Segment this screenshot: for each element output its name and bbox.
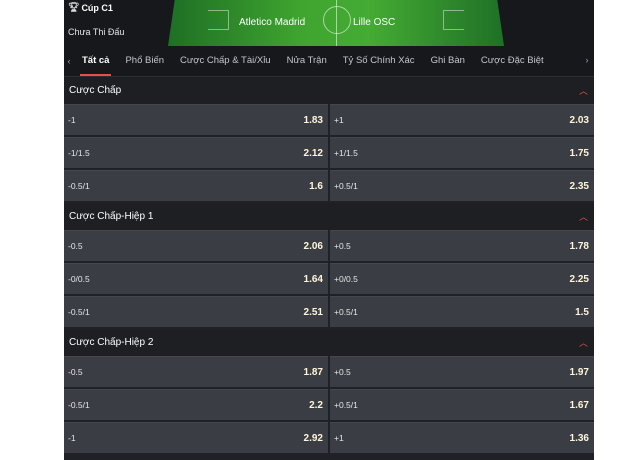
- odds-cell-right[interactable]: +1 1.36: [330, 422, 594, 453]
- odds-value: 2.03: [569, 114, 589, 126]
- odds-cell-right[interactable]: +0.5/1 1.5: [330, 296, 594, 327]
- tab-correct-score[interactable]: Tỷ Số Chính Xác: [335, 46, 423, 76]
- handicap-label: +0.5/1: [334, 400, 358, 410]
- odds-row: -0.5/1 2.51 +0.5/1 1.5: [64, 296, 594, 329]
- market-section-header[interactable]: Cược Chấp ︿: [64, 77, 594, 104]
- odds-cell-right[interactable]: +0.5 1.97: [330, 356, 594, 387]
- handicap-label: +0.5/1: [334, 181, 358, 191]
- tab-goalscorer[interactable]: Ghi Bàn: [423, 46, 473, 76]
- odds-cell-right[interactable]: +0/0.5 2.25: [330, 263, 594, 294]
- match-odds-panel: 🏆︎ Cúp C1 Chưa Thi Đấu Atletico Madrid L…: [64, 0, 594, 460]
- odds-cell-left[interactable]: -0.5 2.06: [64, 230, 328, 261]
- handicap-label: +0.5: [334, 367, 351, 377]
- handicap-label: -0.5/1: [68, 307, 90, 317]
- handicap-label: -1: [68, 115, 76, 125]
- odds-cell-left[interactable]: -0.5/1 2.51: [64, 296, 328, 327]
- odds-value: 2.25: [569, 273, 589, 285]
- odds-cell-left[interactable]: -0.5 1.87: [64, 356, 328, 387]
- odds-value: 1.83: [303, 114, 323, 126]
- odds-cell-right[interactable]: +1 2.03: [330, 104, 594, 135]
- odds-row: -1/1.5 2.12 +1/1.5 1.75: [64, 137, 594, 170]
- match-header: 🏆︎ Cúp C1 Chưa Thi Đấu Atletico Madrid L…: [64, 0, 594, 46]
- market-section-title: Cược Chấp: [69, 85, 122, 96]
- odds-value: 2.92: [303, 432, 323, 444]
- chevron-up-icon[interactable]: ︿: [579, 84, 588, 97]
- odds-cell-left[interactable]: -0/0.5 1.64: [64, 263, 328, 294]
- home-team: Atletico Madrid: [239, 17, 306, 28]
- away-team: Lille OSC: [353, 17, 396, 28]
- handicap-label: +1/1.5: [334, 148, 358, 158]
- handicap-label: -1: [68, 433, 76, 443]
- odds-cell-left[interactable]: -1 2.92: [64, 422, 328, 453]
- odds-cell-left[interactable]: -1/1.5 2.12: [64, 137, 328, 168]
- odds-row: -0/0.5 1.64 +0/0.5 2.25: [64, 263, 594, 296]
- league-name: Cúp C1: [81, 2, 113, 13]
- tab-half-time[interactable]: Nửa Trận: [279, 46, 335, 76]
- odds-cell-left[interactable]: -0.5/1 1.6: [64, 170, 328, 201]
- tab-popular[interactable]: Phổ Biến: [117, 46, 172, 76]
- market-section-header[interactable]: Cược Chấp-Hiệp 2 ︿: [64, 329, 594, 356]
- match-status: Chưa Thi Đấu: [68, 27, 125, 37]
- odds-cell-right[interactable]: +0.5/1 2.35: [330, 170, 594, 201]
- tab-all[interactable]: Tất cả: [74, 46, 117, 76]
- odds-cell-right[interactable]: +0.5 1.78: [330, 230, 594, 261]
- odds-value: 2.2: [309, 399, 323, 411]
- pitch-graphic: [168, 0, 504, 46]
- handicap-label: -0.5/1: [68, 181, 90, 191]
- odds-value: 1.78: [569, 240, 589, 252]
- chevron-right-icon[interactable]: ›: [582, 55, 592, 65]
- market-section-title: Cược Chấp-Hiệp 1: [69, 211, 154, 222]
- odds-row: -1 1.83 +1 2.03: [64, 104, 594, 137]
- odds-value: 1.75: [569, 147, 589, 159]
- chevron-left-icon[interactable]: ‹: [64, 56, 74, 66]
- handicap-label: -1/1.5: [68, 148, 90, 158]
- odds-cell-right[interactable]: +1/1.5 1.75: [330, 137, 594, 168]
- handicap-label: -0.5/1: [68, 400, 90, 410]
- odds-row: -0.5 2.06 +0.5 1.78: [64, 230, 594, 263]
- odds-value: 1.87: [303, 366, 323, 378]
- handicap-label: +0.5/1: [334, 307, 358, 317]
- odds-cell-right[interactable]: +0.5/1 1.67: [330, 389, 594, 420]
- odds-value: 1.97: [569, 366, 589, 378]
- handicap-label: +0/0.5: [334, 274, 358, 284]
- tab-specials[interactable]: Cược Đặc Biệt: [473, 46, 552, 76]
- odds-value: 2.12: [303, 147, 323, 159]
- market-section-title: Cược Chấp-Hiệp 2: [69, 337, 154, 348]
- markets-list: Cược Chấp ︿ -1 1.83 +1 2.03 -1/1.5 2.12 +1/1.5 1.…: [64, 77, 594, 455]
- odds-value: 1.5: [575, 306, 589, 318]
- chevron-up-icon[interactable]: ︿: [579, 336, 588, 349]
- odds-row: -0.5 1.87 +0.5 1.97: [64, 356, 594, 389]
- odds-value: 1.6: [309, 180, 323, 192]
- odds-value: 1.36: [569, 432, 589, 444]
- odds-value: 1.64: [303, 273, 323, 285]
- handicap-label: +1: [334, 433, 344, 443]
- handicap-label: -0/0.5: [68, 274, 90, 284]
- market-tabs: ‹ Tất cả Phổ Biến Cược Chấp & Tài/Xỉu Nử…: [64, 46, 594, 77]
- handicap-label: -0.5: [68, 241, 83, 251]
- odds-value: 1.67: [569, 399, 589, 411]
- league-title: 🏆︎ Cúp C1: [68, 2, 113, 13]
- market-section-header[interactable]: Cược Chấp-Hiệp 1 ︿: [64, 203, 594, 230]
- handicap-label: -0.5: [68, 367, 83, 377]
- odds-row: -0.5/1 1.6 +0.5/1 2.35: [64, 170, 594, 203]
- odds-value: 2.35: [569, 180, 589, 192]
- chevron-up-icon[interactable]: ︿: [579, 210, 588, 223]
- odds-value: 2.51: [303, 306, 323, 318]
- odds-row: -0.5/1 2.2 +0.5/1 1.67: [64, 389, 594, 422]
- handicap-label: +0.5: [334, 241, 351, 251]
- tab-handicap-over-under[interactable]: Cược Chấp & Tài/Xỉu: [172, 46, 279, 76]
- odds-cell-left[interactable]: -0.5/1 2.2: [64, 389, 328, 420]
- odds-cell-left[interactable]: -1 1.83: [64, 104, 328, 135]
- odds-row: -1 2.92 +1 1.36: [64, 422, 594, 455]
- trophy-icon: 🏆︎: [68, 2, 80, 12]
- odds-value: 2.06: [303, 240, 323, 252]
- handicap-label: +1: [334, 115, 344, 125]
